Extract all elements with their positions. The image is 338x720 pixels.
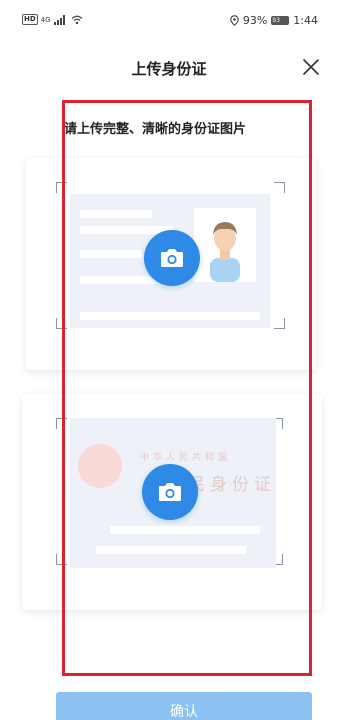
confirm-button[interactable]: 确认 [56, 692, 312, 720]
id-back-upload-card[interactable]: 中华人民共和国 居民身份证 [22, 394, 322, 610]
close-button[interactable] [300, 56, 322, 78]
frame-corner [56, 318, 67, 329]
frame-corner [274, 318, 285, 329]
page-title: 上传身份证 [131, 60, 207, 78]
national-emblem-icon [78, 444, 122, 488]
frame-corner [56, 418, 67, 429]
hd-badge: HD [22, 14, 38, 25]
placeholder-line [80, 210, 152, 218]
location-icon [230, 15, 239, 26]
battery-level: 93 [272, 17, 280, 24]
battery-percent: 93% [242, 14, 268, 27]
header: 上传身份证 [0, 50, 338, 86]
id-front-upload-card[interactable] [26, 158, 316, 370]
status-bar: HD 4G 93% 93 1:44 [0, 0, 338, 40]
front-camera-button[interactable] [144, 230, 200, 286]
battery-icon: 93 [271, 16, 290, 25]
upload-instruction: 请上传完整、清晰的身份证图片 [64, 122, 247, 137]
status-right: 93% 93 1:44 [230, 14, 318, 27]
back-camera-button[interactable] [142, 464, 198, 520]
portrait-placeholder [194, 208, 256, 282]
placeholder-line [110, 526, 260, 534]
camera-icon [159, 483, 181, 501]
status-left: HD 4G [22, 14, 83, 25]
placeholder-line [80, 250, 142, 258]
signal-icon [53, 14, 68, 25]
placeholder-line [80, 312, 260, 320]
camera-icon [161, 249, 183, 267]
network-label: 4G [40, 15, 51, 24]
clock: 1:44 [293, 14, 318, 27]
frame-corner [56, 554, 67, 565]
faint-country-text: 中华人民共和国 [140, 453, 232, 463]
placeholder-line [96, 546, 246, 554]
close-icon [303, 59, 319, 75]
frame-corner [56, 182, 67, 193]
person-icon [210, 222, 240, 282]
frame-corner [274, 182, 285, 193]
upload-id-screen: HD 4G 93% 93 1:44 上传身份证 请上传完整、清晰的身份证图片 中… [0, 0, 338, 720]
wifi-icon [71, 15, 82, 24]
